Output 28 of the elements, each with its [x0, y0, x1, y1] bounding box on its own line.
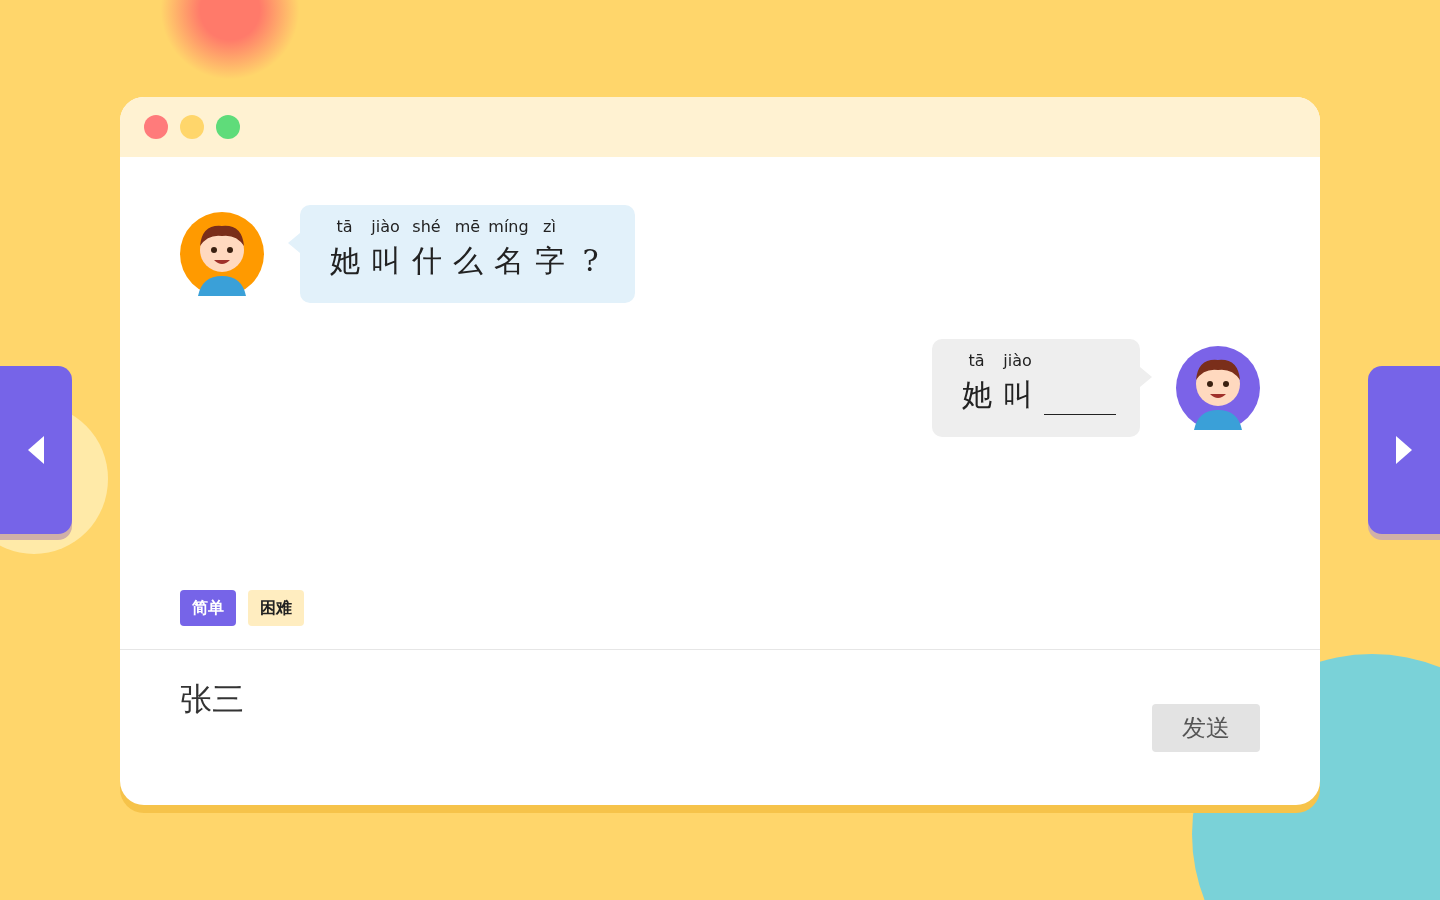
- input-field[interactable]: 张三: [180, 678, 980, 722]
- pinyin: jiào: [371, 217, 400, 236]
- pinyin: tā: [336, 217, 353, 236]
- minimize-button[interactable]: [180, 115, 204, 139]
- pinyin: mē: [454, 217, 481, 236]
- avatar-icon: [1176, 346, 1260, 430]
- pinyin: zì: [543, 217, 556, 236]
- chinese-character: 叫: [370, 242, 401, 280]
- avatar-icon: [180, 212, 264, 296]
- pinyin: jiào: [1003, 351, 1032, 370]
- close-button[interactable]: [144, 115, 168, 139]
- chinese-character: 么: [452, 242, 483, 280]
- pinyin: míng: [488, 217, 529, 236]
- chinese-character: ?: [582, 242, 599, 280]
- chinese-character: 名: [493, 242, 524, 280]
- pinyin: shé: [412, 217, 441, 236]
- chinese-character: 叫: [1002, 376, 1033, 414]
- difficulty-tab[interactable]: 困难: [248, 590, 304, 626]
- chinese-character: 她: [961, 376, 992, 414]
- right-arrow-icon: [1394, 434, 1414, 466]
- maximize-button[interactable]: [216, 115, 240, 139]
- difficulty-tab[interactable]: 简单: [180, 590, 236, 626]
- pinyin: tā: [968, 351, 985, 370]
- chinese-character: 字: [534, 242, 565, 280]
- send-button[interactable]: 发送: [1152, 704, 1260, 752]
- chinese-character: 她: [329, 242, 360, 280]
- chinese-character: 什: [411, 242, 442, 280]
- left-arrow-icon: [26, 434, 46, 466]
